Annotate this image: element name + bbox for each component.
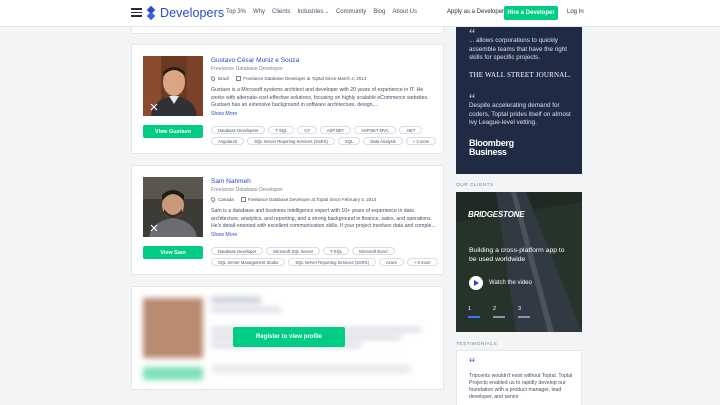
skill-tag[interactable]: Database Developers: [211, 126, 266, 134]
blurred-role: [211, 307, 281, 312]
logo-mark-icon: [146, 5, 156, 20]
profile-bio: Gustavo is a Microsoft systems architect…: [211, 87, 429, 109]
register-to-view-button[interactable]: Register to view profile: [233, 327, 345, 347]
skill-tag[interactable]: Microsoft SQL Server: [266, 247, 321, 255]
testimonial-text: Tripcents wouldn't exist without Toptal.…: [469, 373, 573, 400]
quote-mark-icon: “: [469, 356, 476, 371]
menu-item-blog[interactable]: Blog: [373, 9, 385, 15]
client-video-card[interactable]: BRIDGESTONE Building a cross-platform ap…: [456, 192, 582, 332]
slide-number: 1: [468, 306, 472, 312]
menu-item-why[interactable]: Why: [253, 9, 265, 15]
show-more-link[interactable]: Show More: [211, 111, 237, 117]
skill-tag[interactable]: ASP.NET: [319, 126, 352, 134]
login-link[interactable]: Log In: [567, 9, 584, 15]
bridgestone-logo: BRIDGESTONE: [468, 210, 525, 219]
menu-item-clients[interactable]: Clients: [272, 9, 290, 15]
top-navbar: Developers Top 3% Why Clients Industries…: [0, 0, 720, 27]
video-title: Building a cross-platform app to be used…: [469, 247, 565, 263]
view-sam-button[interactable]: View Sam: [143, 246, 203, 259]
skill-tag[interactable]: SQL Server Management Studio: [211, 258, 286, 266]
profile-bio: Sam is a database and business intellige…: [211, 208, 436, 230]
press-quotes-panel: “ ... allows corporations to quickly ass…: [456, 27, 582, 174]
skill-tag[interactable]: Database Developer: [211, 247, 264, 255]
calendar-icon: [236, 76, 242, 81]
bloomberg-logo: Bloomberg Business: [469, 139, 514, 157]
skill-tag[interactable]: .NET: [398, 126, 423, 134]
menu-item-top3[interactable]: Top 3%: [226, 9, 246, 15]
profile-card-sam: View Sam Sam Nahmeh Freelance Database D…: [131, 165, 444, 275]
skill-tag[interactable]: T-SQL: [323, 247, 350, 255]
location-pin-icon: [209, 75, 217, 82]
skill-tags: Database Developer Microsoft SQL Server …: [211, 247, 439, 266]
profile-since: Freelance Database Developer at Toptal S…: [247, 197, 377, 202]
menu-item-industries[interactable]: Industries: [297, 9, 329, 15]
skill-tag[interactable]: ASP.NET MVC: [354, 126, 396, 134]
profile-meta: Brazil Freelance Database Developer at T…: [209, 75, 367, 82]
logo-text: Developers: [160, 6, 225, 20]
profile-name[interactable]: Gustavo César Muniz e Souza: [211, 57, 299, 64]
skill-tag[interactable]: T-SQL: [268, 126, 295, 134]
skill-tag[interactable]: SQL Server Reporting Services (SSRS): [288, 258, 376, 266]
profile-name[interactable]: Sam Nahmeh: [211, 178, 251, 185]
menu-item-community[interactable]: Community: [336, 9, 366, 15]
skill-tag[interactable]: AngularJS: [211, 137, 245, 145]
press-quote: Despite accelerating demand for coders, …: [469, 102, 571, 127]
watch-video-link[interactable]: Watch the video: [489, 280, 532, 286]
toptal-logo[interactable]: Developers: [146, 5, 225, 20]
slide-pager: 1 2 3: [468, 306, 530, 318]
our-clients-label: OUR CLIENTS: [456, 183, 494, 188]
play-icon[interactable]: [469, 276, 483, 290]
profile-role: Freelance Database Developer: [211, 187, 283, 193]
profile-since: Freelance Database Developer at Toptal S…: [243, 76, 367, 81]
blurred-avatar: [143, 298, 203, 358]
press-quote: ... allows corporations to quickly assem…: [469, 37, 568, 62]
profile-role: Freelance Database Developer: [211, 66, 283, 72]
show-more-link[interactable]: Show More: [211, 232, 237, 238]
skill-tag[interactable]: Microsoft Excel: [352, 247, 395, 255]
more-skills-tag[interactable]: + 6 more: [406, 258, 438, 266]
slide-dot-1[interactable]: 1: [468, 306, 480, 318]
locked-profile-card: Register to view profile: [131, 286, 444, 390]
profile-location: Brazil: [218, 76, 230, 81]
blurred-view-button: [143, 367, 203, 380]
testimonial-card: “ Tripcents wouldn't exist without Topta…: [456, 350, 582, 405]
main-menu: Top 3% Why Clients Industries Community …: [226, 9, 417, 15]
testimonials-label: TESTIMONIALS: [456, 342, 498, 347]
view-gustavo-button[interactable]: View Gustavo: [143, 125, 203, 138]
blurred-tags: [211, 365, 411, 373]
slide-number: 2: [493, 306, 497, 312]
profile-location: Canada: [218, 197, 234, 202]
hire-button[interactable]: Hire a Developer: [504, 6, 558, 20]
avatar[interactable]: [143, 177, 203, 237]
skill-tag[interactable]: Data Analysis: [363, 137, 403, 145]
hamburger-menu-icon[interactable]: [131, 8, 142, 17]
menu-item-about[interactable]: About Us: [392, 9, 417, 15]
more-skills-tag[interactable]: + 2 more: [405, 137, 437, 145]
wsj-logo: THE WALL STREET JOURNAL.: [469, 71, 571, 79]
skill-tags: Database Developers T-SQL C# ASP.NET ASP…: [211, 126, 439, 145]
blurred-name: [211, 297, 261, 303]
slide-dot-3[interactable]: 3: [518, 306, 530, 318]
calendar-icon: [240, 197, 246, 202]
skill-tag[interactable]: Azure: [379, 258, 404, 266]
profile-card-gustavo: View Gustavo Gustavo César Muniz e Souza…: [131, 44, 444, 154]
slide-dot-2[interactable]: 2: [493, 306, 505, 318]
skill-tag[interactable]: C#: [297, 126, 317, 134]
location-pin-icon: [209, 196, 217, 203]
profile-meta: Canada Freelance Database Developer at T…: [209, 196, 377, 203]
avatar[interactable]: [143, 56, 203, 116]
skill-tag[interactable]: SQL: [337, 137, 361, 145]
bloomberg-logo-line: Business: [469, 147, 507, 157]
slide-number: 3: [518, 306, 522, 312]
skill-tag[interactable]: SQL Server Reporting Services (SSRS): [247, 137, 335, 145]
apply-link[interactable]: Apply as a Developer: [447, 9, 504, 15]
